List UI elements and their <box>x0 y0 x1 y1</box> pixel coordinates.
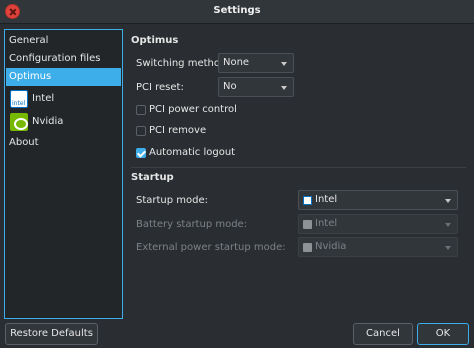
title-bar: Settings <box>0 0 474 24</box>
chevron-down-icon <box>281 62 287 66</box>
external-power-startup-mode-select: Nvidia <box>298 237 458 257</box>
battery-startup-mode-label: Battery startup mode: <box>136 219 248 230</box>
sidebar-item-general[interactable]: General <box>6 32 121 50</box>
startup-section-heading: Startup <box>131 172 174 183</box>
intel-chip-icon <box>303 196 312 205</box>
ok-button[interactable]: OK <box>417 323 469 345</box>
chevron-down-icon <box>281 86 287 90</box>
sidebar-item-about[interactable]: About <box>6 134 121 152</box>
restore-defaults-button[interactable]: Restore Defaults <box>5 323 98 345</box>
pci-reset-label: PCI reset: <box>136 82 184 93</box>
cancel-button[interactable]: Cancel <box>353 323 413 345</box>
chevron-down-icon <box>445 199 451 203</box>
battery-startup-mode-select: Intel <box>298 214 458 234</box>
sidebar-item-optimus[interactable]: Optimus <box>6 68 121 86</box>
window-title: Settings <box>213 5 261 16</box>
intel-chip-icon <box>303 220 312 229</box>
pci-remove-checkbox[interactable] <box>136 126 146 136</box>
startup-mode-label: Startup mode: <box>136 195 209 206</box>
automatic-logout-checkbox[interactable] <box>136 148 146 158</box>
external-power-startup-mode-value: Nvidia <box>315 241 347 252</box>
settings-sidebar[interactable]: General Configuration files Optimus Inte… <box>4 29 123 319</box>
pci-remove-label[interactable]: PCI remove <box>149 125 206 136</box>
switching-method-value: None <box>223 57 250 68</box>
sidebar-item-nvidia[interactable]: Nvidia <box>6 111 121 133</box>
nvidia-chip-icon <box>303 243 312 252</box>
section-divider <box>131 167 466 168</box>
pci-reset-select[interactable]: No <box>218 77 294 97</box>
sidebar-item-label: Intel <box>32 93 55 104</box>
pci-reset-value: No <box>223 81 237 92</box>
switching-method-select[interactable]: None <box>218 53 294 73</box>
pci-power-control-checkbox[interactable] <box>136 105 146 115</box>
startup-mode-select[interactable]: Intel <box>298 190 458 210</box>
battery-startup-mode-value: Intel <box>315 218 338 229</box>
sidebar-item-configuration-files[interactable]: Configuration files <box>6 50 121 68</box>
chevron-down-icon <box>445 223 451 227</box>
chevron-down-icon <box>445 246 451 250</box>
sidebar-item-label: Nvidia <box>32 116 64 127</box>
pci-power-control-label[interactable]: PCI power control <box>149 104 237 115</box>
sidebar-item-intel[interactable]: Intel <box>6 88 121 113</box>
startup-mode-value: Intel <box>315 194 338 205</box>
nvidia-logo-icon <box>10 113 28 131</box>
automatic-logout-label[interactable]: Automatic logout <box>149 147 235 158</box>
intel-logo-icon <box>10 90 28 113</box>
external-power-startup-mode-label: External power startup mode: <box>136 242 286 253</box>
switching-method-label: Switching method: <box>136 58 230 69</box>
optimus-section-heading: Optimus <box>131 35 179 46</box>
